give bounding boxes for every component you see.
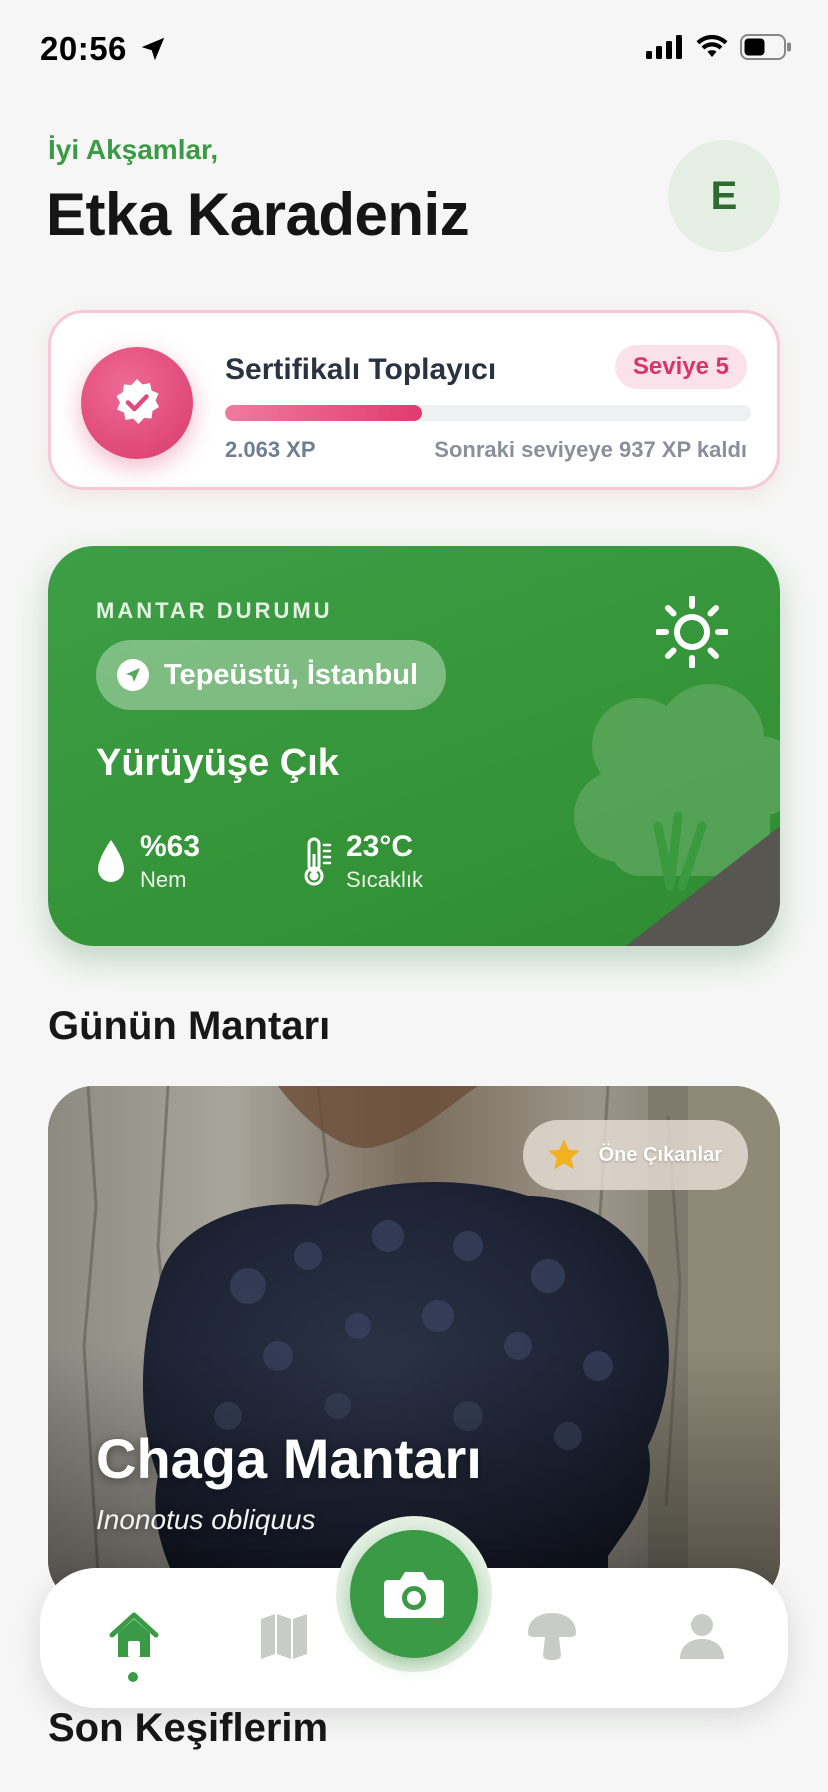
sun-icon <box>656 596 728 668</box>
verified-badge-icon <box>81 347 193 459</box>
featured-label: Öne Çıkanlar <box>598 1143 722 1166</box>
home-icon[interactable] <box>104 1606 164 1666</box>
signal-icon <box>646 35 682 59</box>
temperature-stat: 23°C Sıcaklık <box>302 830 423 893</box>
wifi-icon <box>696 35 728 57</box>
section-title-recent: Son Keşiflerim <box>48 1706 329 1750</box>
location-chip[interactable]: Tepeüstü, İstanbul <box>96 640 447 710</box>
humidity-label: Nem <box>140 867 187 892</box>
temperature-value: 23°C <box>346 830 414 863</box>
level-card[interactable]: Sertifikalı Toplayıcı Seviye 5 2.063 XP … <box>48 310 780 490</box>
thermometer-icon <box>304 837 332 886</box>
location-arrow-icon <box>141 37 165 61</box>
camera-icon <box>384 1572 444 1618</box>
forest-illustration <box>574 684 780 946</box>
avatar[interactable]: E <box>668 140 780 252</box>
xp-progress-fill <box>225 405 423 421</box>
section-title-mushroom-of-day: Günün Mantarı <box>48 1004 331 1048</box>
xp-progress-bar <box>225 405 751 421</box>
status-indicators <box>646 34 792 60</box>
profile-icon[interactable] <box>672 1606 732 1666</box>
humidity-value: %63 <box>140 830 201 863</box>
location-text: Tepeüstü, İstanbul <box>164 658 419 691</box>
mushroom-latin-name: Inonotus obliquus <box>96 1504 316 1535</box>
battery-icon <box>740 34 791 60</box>
user-name: Etka Karadeniz <box>46 181 470 248</box>
conditions-status: Yürüyüşe Çık <box>96 742 339 784</box>
temperature-label: Sıcaklık <box>346 867 424 892</box>
star-icon <box>547 1139 580 1170</box>
mushroom-name: Chaga Mantarı <box>96 1427 482 1490</box>
camera-button[interactable] <box>350 1530 478 1658</box>
active-tab-indicator <box>128 1672 138 1682</box>
conditions-eyebrow: MANTAR DURUMU <box>96 598 333 623</box>
greeting-text: İyi Akşamlar, <box>48 134 219 165</box>
home-screen: 20:56 İyi Akşamlar, Etka Karadeniz E Ser… <box>0 0 828 1792</box>
level-badge: Seviye 5 <box>614 345 747 389</box>
status-bar: 20:56 <box>0 0 828 100</box>
mushroom-conditions-card[interactable]: MANTAR DURUMU Tepeüstü, İstanbul Yürüyüş… <box>48 546 780 946</box>
navigation-icon <box>117 659 149 691</box>
map-icon[interactable] <box>254 1606 314 1666</box>
status-time: 20:56 <box>40 30 127 67</box>
xp-remaining: Sonraki seviyeye 937 XP kaldı <box>434 437 747 462</box>
humidity-stat: %63 Nem <box>96 830 200 893</box>
level-title: Sertifikalı Toplayıcı <box>225 353 497 386</box>
water-drop-icon <box>98 840 124 882</box>
xp-current: 2.063 XP <box>225 437 316 462</box>
mushroom-icon[interactable] <box>522 1606 582 1666</box>
featured-badge: Öne Çıkanlar <box>522 1120 748 1190</box>
